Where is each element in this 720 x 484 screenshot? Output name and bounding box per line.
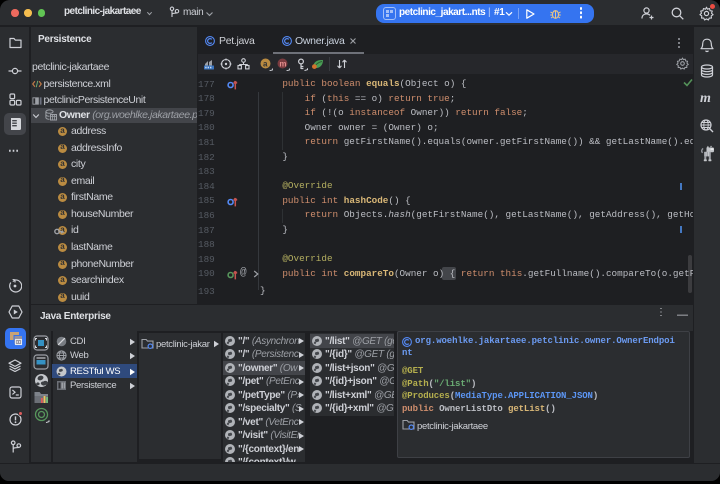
svg-text:m: m [279, 59, 286, 68]
svg-text:a: a [263, 59, 268, 68]
